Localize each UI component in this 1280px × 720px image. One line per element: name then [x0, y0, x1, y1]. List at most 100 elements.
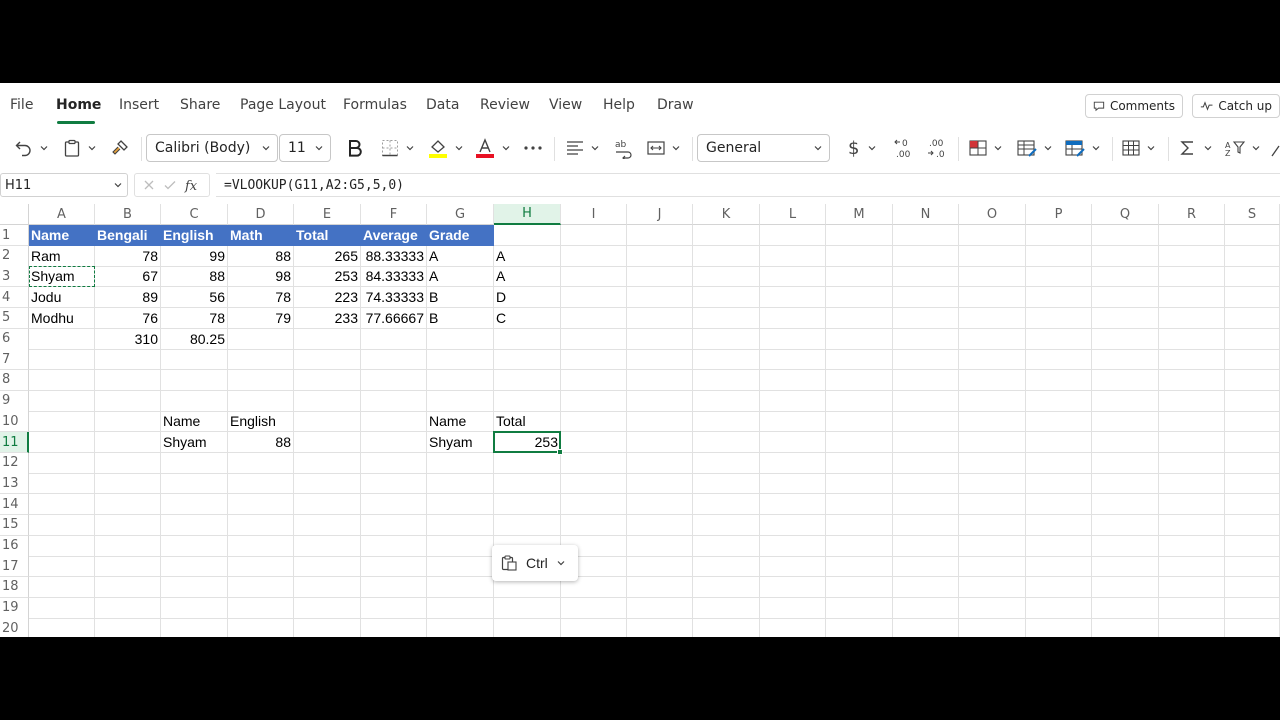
cell-d8[interactable]	[228, 369, 294, 391]
cell-o15[interactable]	[959, 514, 1026, 536]
cell-r19[interactable]	[1159, 597, 1225, 619]
tab-view[interactable]: View	[549, 97, 582, 113]
column-header-e[interactable]: E	[294, 204, 361, 225]
cancel-icon[interactable]	[142, 178, 156, 192]
cell-j4[interactable]	[627, 287, 693, 309]
cell-g5[interactable]: B	[427, 307, 494, 329]
cell-g19[interactable]	[427, 597, 494, 619]
format-painter-button[interactable]	[110, 135, 130, 161]
cell-c8[interactable]	[161, 369, 228, 391]
cell-k11[interactable]	[693, 432, 760, 453]
conditional-formatting-button[interactable]	[968, 135, 1003, 161]
cell-p6[interactable]	[1026, 328, 1092, 350]
cell-e20[interactable]	[294, 618, 361, 637]
cell-k1[interactable]	[693, 225, 760, 246]
cell-r6[interactable]	[1159, 328, 1225, 350]
cell-a7[interactable]	[29, 349, 95, 371]
cell-q13[interactable]	[1092, 473, 1159, 495]
cell-d6[interactable]	[228, 328, 294, 350]
cell-e6[interactable]	[294, 328, 361, 350]
cell-g7[interactable]	[427, 349, 494, 371]
cell-r8[interactable]	[1159, 369, 1225, 391]
tab-page-layout[interactable]: Page Layout	[240, 97, 326, 113]
bold-button[interactable]	[346, 135, 364, 161]
row-header-5[interactable]: 5	[0, 307, 29, 329]
cell-j10[interactable]	[627, 411, 693, 433]
cell-h10[interactable]: Total	[494, 411, 561, 433]
cell-o19[interactable]	[959, 597, 1026, 619]
cell-l15[interactable]	[760, 514, 826, 536]
cell-s20[interactable]	[1225, 618, 1280, 637]
cell-k19[interactable]	[693, 597, 760, 619]
row-header-15[interactable]: 15	[0, 514, 29, 536]
tab-data[interactable]: Data	[426, 97, 459, 113]
cell-l10[interactable]	[760, 411, 826, 433]
cell-l9[interactable]	[760, 390, 826, 412]
cell-q1[interactable]	[1092, 225, 1159, 246]
cell-c7[interactable]	[161, 349, 228, 371]
cell-r5[interactable]	[1159, 307, 1225, 329]
insert-function-icon[interactable]: fx	[184, 177, 202, 193]
cell-o8[interactable]	[959, 369, 1026, 391]
cell-k5[interactable]	[693, 307, 760, 329]
cell-l8[interactable]	[760, 369, 826, 391]
cell-i14[interactable]	[561, 494, 627, 516]
column-header-k[interactable]: K	[693, 204, 760, 225]
cell-i13[interactable]	[561, 473, 627, 495]
cell-k13[interactable]	[693, 473, 760, 495]
font-color-button[interactable]	[474, 135, 511, 161]
cell-l19[interactable]	[760, 597, 826, 619]
cell-k20[interactable]	[693, 618, 760, 637]
cell-g13[interactable]	[427, 473, 494, 495]
row-header-11[interactable]: 11	[0, 432, 29, 453]
cell-d9[interactable]	[228, 390, 294, 412]
cell-o5[interactable]	[959, 307, 1026, 329]
cell-d3[interactable]: 98	[228, 266, 294, 288]
cell-i11[interactable]	[561, 432, 627, 453]
cell-h14[interactable]	[494, 494, 561, 516]
cell-m7[interactable]	[826, 349, 893, 371]
cell-d17[interactable]	[228, 556, 294, 578]
cell-l20[interactable]	[760, 618, 826, 637]
cell-q17[interactable]	[1092, 556, 1159, 578]
cell-p15[interactable]	[1026, 514, 1092, 536]
cell-b13[interactable]	[95, 473, 161, 495]
cell-r11[interactable]	[1159, 432, 1225, 453]
increase-decimal-button[interactable]: .00 .0	[926, 135, 950, 161]
cell-c17[interactable]	[161, 556, 228, 578]
row-header-19[interactable]: 19	[0, 597, 29, 619]
cell-s3[interactable]	[1225, 266, 1280, 288]
cell-h20[interactable]	[494, 618, 561, 637]
column-header-a[interactable]: A	[29, 204, 95, 225]
cell-b10[interactable]	[95, 411, 161, 433]
column-header-d[interactable]: D	[228, 204, 294, 225]
cell-n13[interactable]	[893, 473, 959, 495]
tab-share[interactable]: Share	[180, 97, 220, 113]
cell-a13[interactable]	[29, 473, 95, 495]
cell-n15[interactable]	[893, 514, 959, 536]
cell-d12[interactable]	[228, 452, 294, 474]
cell-e14[interactable]	[294, 494, 361, 516]
row-header-13[interactable]: 13	[0, 473, 29, 495]
cell-h12[interactable]	[494, 452, 561, 474]
cell-j2[interactable]	[627, 245, 693, 267]
cell-o3[interactable]	[959, 266, 1026, 288]
cell-o1[interactable]	[959, 225, 1026, 246]
cell-b12[interactable]	[95, 452, 161, 474]
cell-l12[interactable]	[760, 452, 826, 474]
cell-i7[interactable]	[561, 349, 627, 371]
cell-k10[interactable]	[693, 411, 760, 433]
cell-i4[interactable]	[561, 287, 627, 309]
cell-m6[interactable]	[826, 328, 893, 350]
cell-s15[interactable]	[1225, 514, 1280, 536]
cell-p10[interactable]	[1026, 411, 1092, 433]
cell-n18[interactable]	[893, 576, 959, 598]
cell-c2[interactable]: 99	[161, 245, 228, 267]
cell-q7[interactable]	[1092, 349, 1159, 371]
cell-o17[interactable]	[959, 556, 1026, 578]
find-button[interactable]	[1270, 135, 1280, 161]
cell-s14[interactable]	[1225, 494, 1280, 516]
cell-m5[interactable]	[826, 307, 893, 329]
cell-c10[interactable]: Name	[161, 411, 228, 433]
column-header-i[interactable]: I	[561, 204, 627, 225]
